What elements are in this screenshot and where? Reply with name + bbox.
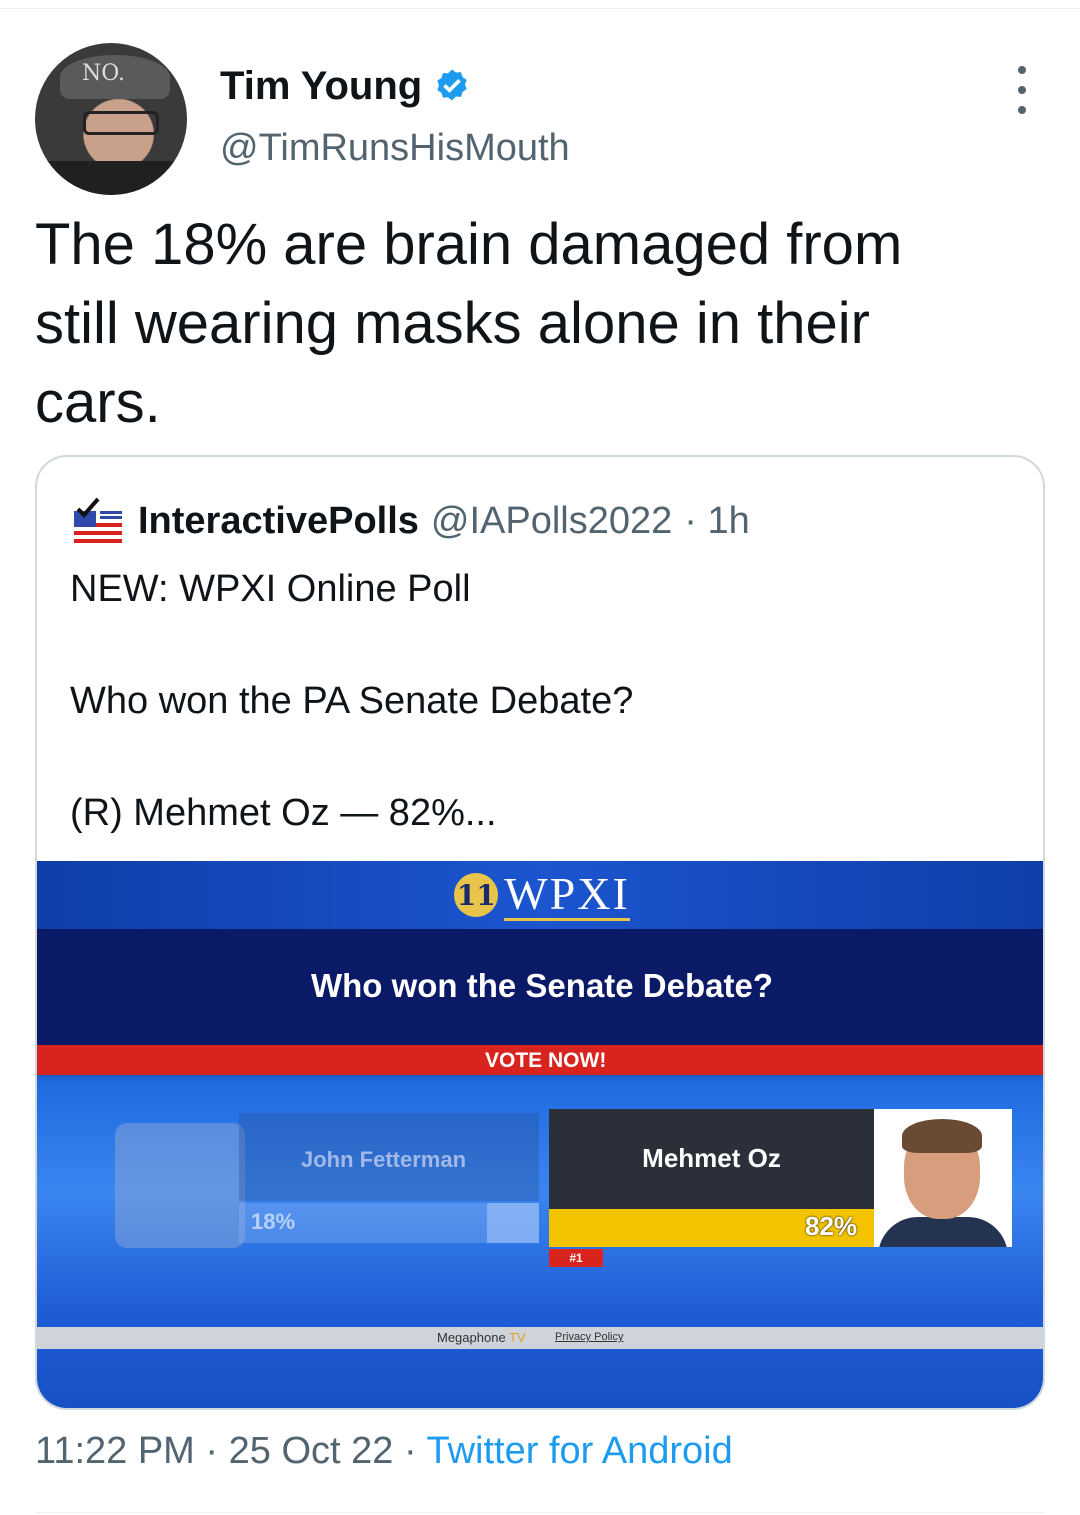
fetterman-result-fill (487, 1203, 539, 1243)
megaphone-brand-text: Megaphone (437, 1330, 506, 1345)
megaphone-brand-suffix: TV (509, 1330, 526, 1345)
tweet-time[interactable]: 11:22 PM (35, 1430, 195, 1472)
poll-question: Who won the Senate Debate? (310, 967, 774, 1004)
more-options-icon[interactable] (1010, 66, 1034, 114)
poll-image[interactable]: 11 WPXI Who won the Senate Debate? VOTE … (37, 861, 1043, 1408)
shirt (35, 161, 187, 195)
meta-separator: · (393, 1430, 427, 1472)
megaphone-brand: Megaphone TV (437, 1330, 526, 1345)
bottom-divider (35, 1512, 1045, 1513)
meta-separator: · (194, 1430, 229, 1472)
tweet-text-line: still wearing masks alone in their (35, 291, 870, 356)
fetterman-percent: 18% (251, 1209, 296, 1234)
quoted-tweet-text: NEW: WPXI Online Poll Who won the PA Sen… (70, 568, 634, 834)
tweet-text: The 18% are brain damaged from still wea… (35, 205, 1035, 442)
station-banner: 11 WPXI (37, 861, 1043, 929)
oz-percent: 82% (805, 1211, 858, 1241)
top-divider (0, 8, 1080, 9)
glasses (83, 111, 159, 135)
oz-name: Mehmet Oz (642, 1143, 781, 1173)
quoted-author-name[interactable]: InteractivePolls (138, 500, 419, 543)
quoted-tweet-header: InteractivePolls @IAPolls2022 · 1h (70, 493, 750, 549)
tweet-meta: 11:22 PM · 25 Oct 22 · Twitter for Andro… (35, 1430, 733, 1473)
tweet-date[interactable]: 25 Oct 22 (229, 1430, 394, 1472)
oz-rank-badge: #1 (549, 1249, 603, 1267)
poll-question-band: Who won the Senate Debate? (37, 929, 1043, 1045)
quoted-tweet-age: · 1h (684, 499, 750, 542)
cap-text: NO. (82, 61, 125, 86)
poll-footer-bar (37, 1327, 1043, 1349)
vote-now-label: VOTE NOW! (485, 1049, 607, 1072)
avatar[interactable]: NO. (35, 43, 187, 195)
quoted-tweet[interactable]: InteractivePolls @IAPolls2022 · 1h NEW: … (35, 455, 1045, 1410)
oz-photo (874, 1109, 1012, 1247)
station-logo: 11 (454, 873, 499, 917)
interactivepolls-flag-logo (74, 497, 122, 545)
author-handle[interactable]: @TimRunsHisMouth (220, 127, 570, 170)
tweet-text-line: cars. (35, 370, 161, 435)
fetterman-name: John Fetterman (301, 1147, 467, 1172)
author-name[interactable]: Tim Young (220, 64, 422, 109)
tweet-text-line: The 18% are brain damaged from (35, 212, 903, 277)
privacy-policy-link[interactable]: Privacy Policy (555, 1331, 623, 1343)
tweet-source-link[interactable]: Twitter for Android (426, 1430, 732, 1472)
cap: NO. (60, 55, 170, 99)
author-name-row[interactable]: Tim Young (220, 64, 472, 109)
verified-badge-icon (437, 69, 467, 100)
fetterman-photo (115, 1123, 245, 1248)
quoted-author-handle[interactable]: @IAPolls2022 (431, 500, 672, 543)
station-name: WPXI (504, 867, 630, 921)
